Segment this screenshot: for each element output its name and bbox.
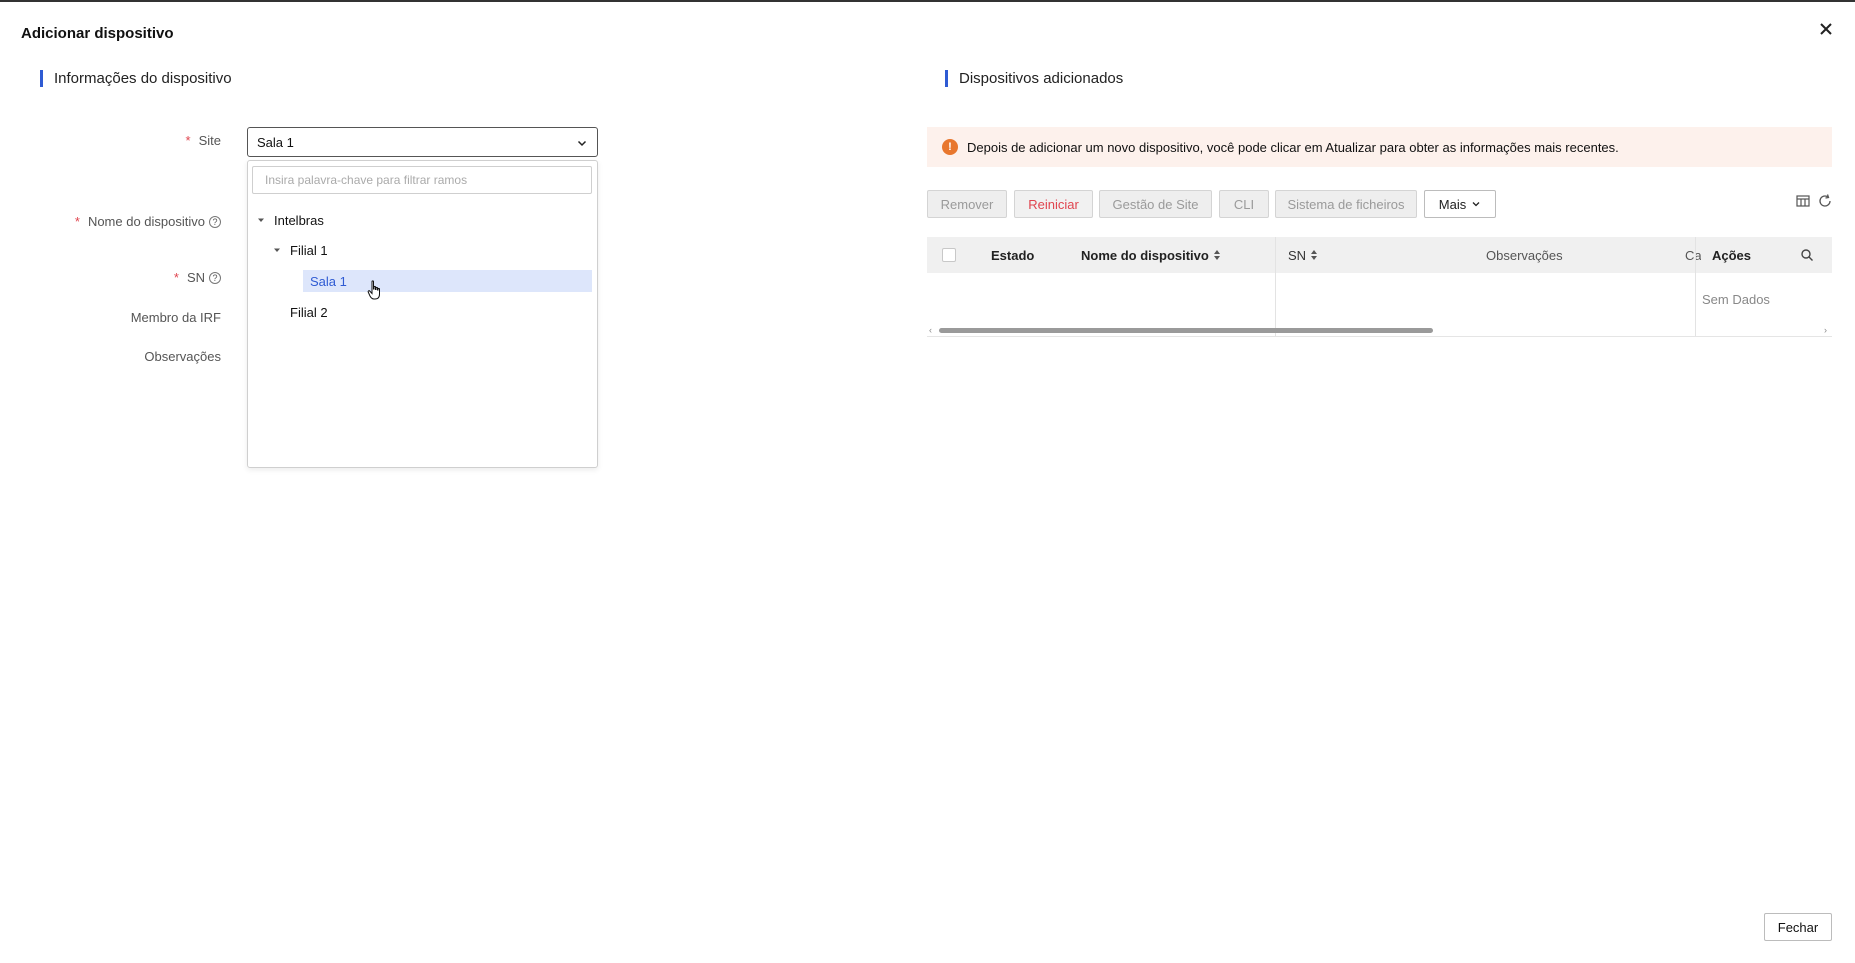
cli-button[interactable]: CLI <box>1219 190 1269 218</box>
column-actions: Ações <box>1712 247 1752 263</box>
scroll-left-arrow-icon[interactable]: ‹ <box>929 326 932 335</box>
scrollbar-thumb[interactable] <box>939 328 1433 333</box>
top-border <box>0 0 1855 2</box>
column-truncated[interactable]: Ca <box>1685 237 1701 273</box>
info-alert: ! Depois de adicionar um novo dispositiv… <box>927 127 1832 167</box>
column-device-name[interactable]: Nome do dispositivo <box>1081 237 1220 273</box>
tree-node-intelbras[interactable]: Intelbras <box>256 209 324 231</box>
modal-title: Adicionar dispositivo <box>21 25 174 42</box>
column-status[interactable]: Estado <box>991 237 1034 273</box>
column-divider <box>1695 237 1696 336</box>
select-all-checkbox[interactable] <box>942 248 956 262</box>
tree-node-filial-1[interactable]: Filial 1 <box>272 239 328 261</box>
site-select-value: Sala 1 <box>257 134 294 150</box>
table-header: Estado Nome do dispositivo SN Observaçõe… <box>927 237 1832 273</box>
empty-state-text: Sem Dados <box>1702 292 1770 307</box>
column-divider <box>1275 237 1276 336</box>
close-icon[interactable] <box>1815 18 1837 40</box>
tree-filter-input[interactable] <box>252 166 592 194</box>
restart-button[interactable]: Reiniciar <box>1014 190 1093 218</box>
chevron-down-icon <box>577 140 587 147</box>
chevron-down-icon <box>1472 202 1480 207</box>
sn-label: * SN ? <box>174 270 221 285</box>
sort-icon[interactable] <box>1311 250 1318 260</box>
search-icon[interactable] <box>1800 248 1814 262</box>
warning-icon: ! <box>942 139 958 155</box>
required-marker: * <box>74 214 80 229</box>
remove-button[interactable]: Remover <box>927 190 1007 218</box>
required-marker: * <box>173 270 179 285</box>
device-name-label: * Nome do dispositivo ? <box>75 214 221 229</box>
tree-node-filial-2[interactable]: Filial 2 <box>290 301 328 323</box>
site-tree-dropdown: Intelbras Filial 1 Sala 1 Filial 2 <box>247 160 598 468</box>
refresh-icon[interactable] <box>1817 193 1833 209</box>
required-marker: * <box>185 133 191 148</box>
help-icon[interactable]: ? <box>209 271 221 284</box>
site-management-button[interactable]: Gestão de Site <box>1099 190 1212 218</box>
alert-text: Depois de adicionar um novo dispositivo,… <box>967 139 1619 155</box>
close-button[interactable]: Fechar <box>1764 913 1832 941</box>
scroll-right-arrow-icon[interactable]: › <box>1824 326 1827 335</box>
caret-down-icon[interactable] <box>256 215 266 225</box>
tree-node-sala-1[interactable]: Sala 1 <box>303 270 592 292</box>
notes-label: Observações <box>144 349 221 364</box>
devices-table: Estado Nome do dispositivo SN Observaçõe… <box>927 237 1832 337</box>
device-info-section-title: Informações do dispositivo <box>40 70 232 87</box>
site-select[interactable]: Sala 1 <box>247 127 598 157</box>
table-bottom-border <box>927 336 1832 337</box>
file-system-button[interactable]: Sistema de ficheiros <box>1275 190 1417 218</box>
column-sn[interactable]: SN <box>1288 237 1318 273</box>
site-label: * Site <box>185 133 221 148</box>
sort-icon[interactable] <box>1213 250 1220 260</box>
column-notes[interactable]: Observações <box>1486 237 1563 273</box>
help-icon[interactable]: ? <box>209 215 221 228</box>
added-devices-section-title: Dispositivos adicionados <box>945 70 1123 87</box>
irf-member-label: Membro da IRF <box>130 310 221 325</box>
more-button[interactable]: Mais <box>1424 190 1496 218</box>
caret-down-icon[interactable] <box>272 245 282 255</box>
column-settings-icon[interactable] <box>1795 193 1811 209</box>
horizontal-scrollbar[interactable]: ‹ › <box>927 326 1832 335</box>
hand-cursor-icon <box>367 280 380 300</box>
